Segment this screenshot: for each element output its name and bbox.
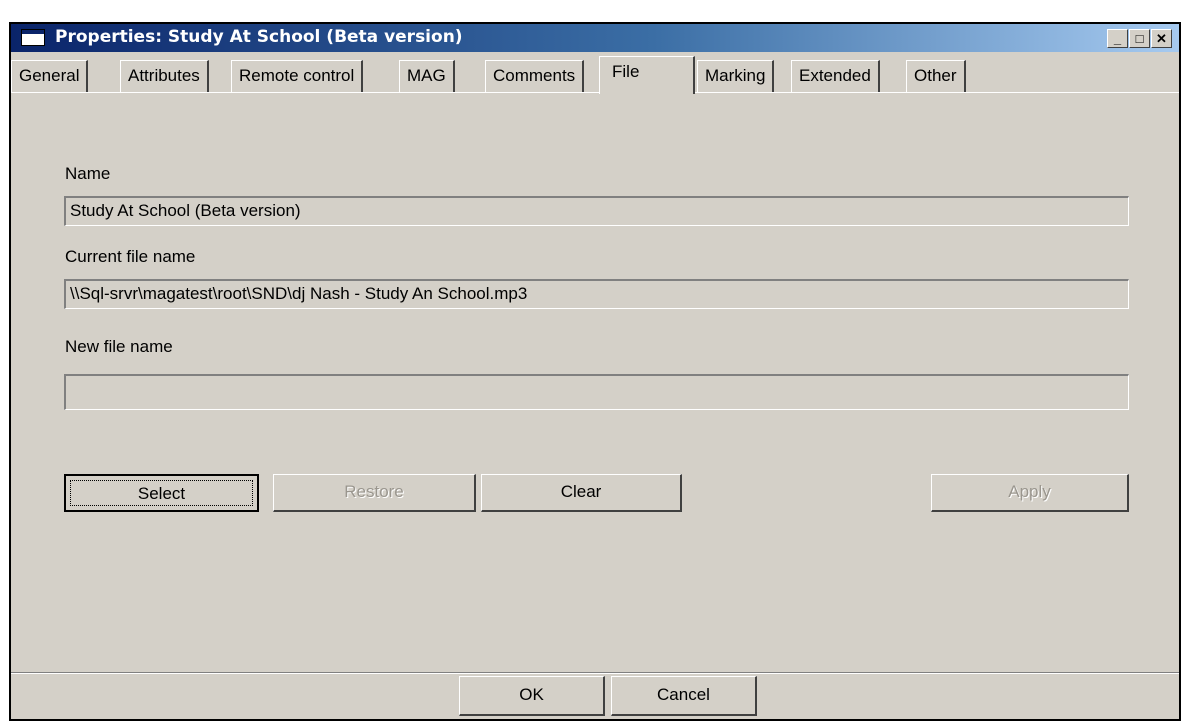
tab-mag[interactable]: MAG	[399, 60, 455, 92]
tab-file[interactable]: File	[599, 56, 695, 94]
tab-attributes[interactable]: Attributes	[120, 60, 209, 92]
name-field: Study At School (Beta version)	[64, 196, 1129, 226]
name-label: Name	[65, 164, 111, 183]
footer-separator-highlight	[11, 673, 1179, 674]
cancel-button[interactable]: Cancel	[611, 676, 757, 716]
tab-strip: General Attributes Remote control MAG Co…	[11, 56, 1179, 94]
new-file-field[interactable]	[64, 374, 1129, 410]
select-button-label: Select	[70, 480, 253, 506]
tab-general[interactable]: General	[11, 60, 89, 92]
tab-extended[interactable]: Extended	[791, 60, 880, 92]
apply-button[interactable]: Apply	[931, 474, 1129, 512]
tab-remote-control[interactable]: Remote control	[231, 60, 364, 92]
tab-marking[interactable]: Marking	[697, 60, 775, 92]
tab-divider	[11, 92, 1179, 93]
new-file-label: New file name	[65, 337, 173, 356]
restore-button[interactable]: Restore	[273, 474, 476, 512]
maximize-button[interactable]: □	[1129, 29, 1150, 48]
current-file-field: \\Sql-srvr\magatest\root\SND\dj Nash - S…	[64, 279, 1129, 309]
window-title: Properties: Study At School (Beta versio…	[55, 27, 463, 47]
properties-window: Properties: Study At School (Beta versio…	[9, 22, 1181, 721]
tab-other[interactable]: Other	[906, 60, 966, 92]
select-button[interactable]: Select	[64, 474, 259, 512]
clear-button[interactable]: Clear	[481, 474, 682, 512]
current-file-label: Current file name	[65, 247, 196, 266]
minimize-button[interactable]: _	[1107, 29, 1128, 48]
tab-comments[interactable]: Comments	[485, 60, 585, 92]
ok-button[interactable]: OK	[459, 676, 605, 716]
title-bar[interactable]: Properties: Study At School (Beta versio…	[11, 24, 1179, 52]
window-icon	[21, 29, 45, 46]
close-button[interactable]: ✕	[1151, 29, 1172, 48]
